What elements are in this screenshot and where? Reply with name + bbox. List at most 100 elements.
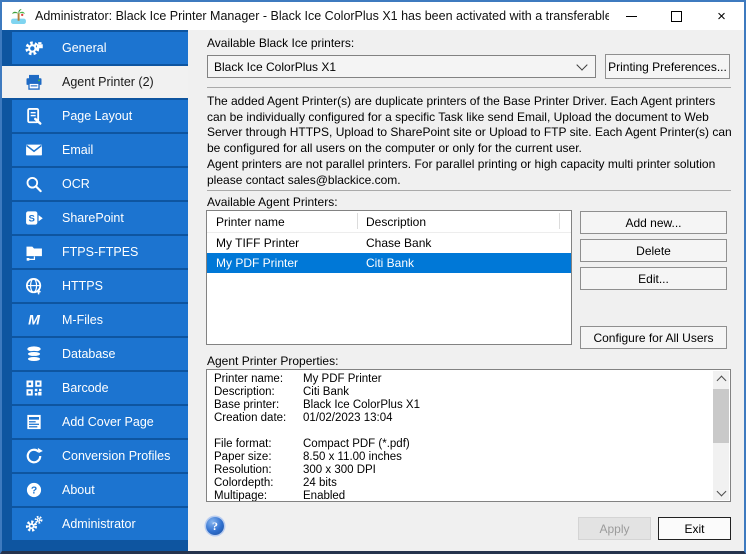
sidebar-item-agent-printer[interactable]: Agent Printer (2) [2, 66, 188, 98]
sidebar-item-sharepoint[interactable]: S SharePoint [12, 202, 188, 234]
sidebar-item-email[interactable]: Email [12, 134, 188, 166]
property-key: Resolution: [214, 464, 303, 477]
email-icon [23, 139, 45, 161]
sidebar-item-general[interactable]: General [12, 32, 188, 64]
sidebar-item-label: About [62, 483, 95, 497]
chevron-down-icon [576, 59, 587, 70]
sidebar-item-administrator[interactable]: Administrator [12, 508, 188, 540]
refresh-icon [23, 445, 45, 467]
app-window: Administrator: Black Ice Printer Manager… [0, 0, 746, 554]
mfiles-icon: M [23, 309, 45, 331]
property-key: Printer name: [214, 373, 303, 386]
divider [207, 190, 731, 191]
sidebar-item-database[interactable]: Database [12, 338, 188, 370]
column-divider[interactable] [559, 213, 560, 229]
sidebar-item-mfiles[interactable]: M M-Files [12, 304, 188, 336]
close-button[interactable]: × [699, 2, 744, 30]
parallel-printers-note: Agent printers are not parallel printers… [207, 157, 732, 188]
maximize-button[interactable] [654, 2, 699, 30]
properties-scrollbar[interactable] [713, 371, 729, 500]
sidebar-item-barcode[interactable]: Barcode [12, 372, 188, 404]
sidebar-item-label: Barcode [62, 381, 109, 395]
main-panel: Available Black Ice printers: Black Ice … [188, 30, 744, 551]
svg-text:M: M [28, 313, 41, 329]
agent-printer-description: The added Agent Printer(s) are duplicate… [207, 94, 732, 156]
agent-printer-properties-panel: Printer name:My PDF Printer Description:… [206, 369, 731, 502]
edit-button[interactable]: Edit... [580, 267, 727, 290]
sidebar-item-label: Administrator [62, 517, 136, 531]
property-key: Creation date: [214, 412, 303, 425]
divider [207, 87, 731, 88]
help-button[interactable]: ? [206, 517, 224, 535]
property-key: Multipage: [214, 490, 303, 502]
sidebar-item-ocr[interactable]: OCR [12, 168, 188, 200]
help-icon: ? [212, 519, 218, 534]
property-value: Compact PDF (*.pdf) [303, 438, 410, 450]
sidebar-item-label: Add Cover Page [62, 415, 154, 429]
add-new-button[interactable]: Add new... [580, 211, 727, 234]
sidebar-item-label: HTTPS [62, 279, 103, 293]
app-icon [10, 8, 27, 25]
title-bar: Administrator: Black Ice Printer Manager… [2, 2, 744, 30]
window-title: Administrator: Black Ice Printer Manager… [35, 9, 609, 23]
question-circle-icon: ? [23, 479, 45, 501]
qr-code-icon [23, 377, 45, 399]
column-header-printer-name[interactable]: Printer name [207, 215, 357, 229]
property-value: Black Ice ColorPlus X1 [303, 399, 420, 411]
globe-icon [23, 275, 45, 297]
cover-page-icon [23, 411, 45, 433]
property-key: Paper size: [214, 451, 303, 464]
sidebar-item-about[interactable]: ? About [12, 474, 188, 506]
sidebar-item-label: SharePoint [62, 211, 124, 225]
printer-select-value: Black Ice ColorPlus X1 [214, 60, 336, 74]
cell-description: Citi Bank [357, 256, 559, 270]
property-key: Description: [214, 386, 303, 399]
available-agent-printers-label: Available Agent Printers: [207, 195, 338, 209]
property-value: 8.50 x 11.00 inches [303, 451, 402, 463]
delete-button[interactable]: Delete [580, 239, 727, 262]
sidebar-item-https[interactable]: HTTPS [12, 270, 188, 302]
sidebar-item-label: M-Files [62, 313, 103, 327]
sidebar-item-label: General [62, 41, 106, 55]
property-value: 300 x 300 DPI [303, 464, 376, 476]
sidebar-item-label: Email [62, 143, 93, 157]
sidebar-nav: General Agent Printer (2) Page Layout [2, 30, 188, 551]
cell-printer-name: My PDF Printer [207, 256, 357, 270]
gear-printer-icon [23, 37, 45, 59]
scroll-up-icon[interactable] [713, 371, 729, 386]
cell-printer-name: My TIFF Printer [207, 236, 357, 250]
maximize-icon [671, 11, 682, 22]
table-row-selected[interactable]: My PDF Printer Citi Bank [207, 253, 571, 273]
table-row[interactable]: My TIFF Printer Chase Bank [207, 233, 571, 253]
property-key: Base printer: [214, 399, 303, 412]
available-printers-label: Available Black Ice printers: [207, 36, 354, 50]
ocr-magnifier-icon [23, 173, 45, 195]
printer-select[interactable]: Black Ice ColorPlus X1 [207, 55, 596, 78]
minimize-icon [626, 16, 637, 17]
minimize-button[interactable] [609, 2, 654, 30]
column-divider[interactable] [357, 213, 358, 229]
sidebar-item-ftps[interactable]: FTPS-FTPES [12, 236, 188, 268]
property-value: My PDF Printer [303, 373, 382, 385]
property-value: Citi Bank [303, 386, 349, 398]
sharepoint-icon: S [23, 207, 45, 229]
scrollbar-thumb[interactable] [713, 389, 729, 443]
scroll-down-icon[interactable] [713, 485, 729, 500]
property-key: File format: [214, 438, 303, 451]
cell-description: Chase Bank [357, 236, 559, 250]
svg-text:S: S [29, 214, 36, 225]
sidebar-item-add-cover-page[interactable]: Add Cover Page [12, 406, 188, 438]
sidebar-item-conversion-profiles[interactable]: Conversion Profiles [12, 440, 188, 472]
apply-button[interactable]: Apply [578, 517, 651, 540]
sidebar-item-label: Conversion Profiles [62, 449, 170, 463]
printing-preferences-button[interactable]: Printing Preferences... [605, 54, 730, 79]
sidebar-item-page-layout[interactable]: Page Layout [12, 100, 188, 132]
table-header: Printer name Description [207, 211, 571, 233]
sidebar-item-label: OCR [62, 177, 90, 191]
sidebar-item-label: Agent Printer (2) [62, 75, 154, 89]
column-header-description[interactable]: Description [357, 215, 559, 229]
close-icon: × [717, 9, 726, 24]
property-value: 01/02/2023 13:04 [303, 412, 393, 424]
exit-button[interactable]: Exit [658, 517, 731, 540]
configure-all-users-button[interactable]: Configure for All Users [580, 326, 727, 349]
